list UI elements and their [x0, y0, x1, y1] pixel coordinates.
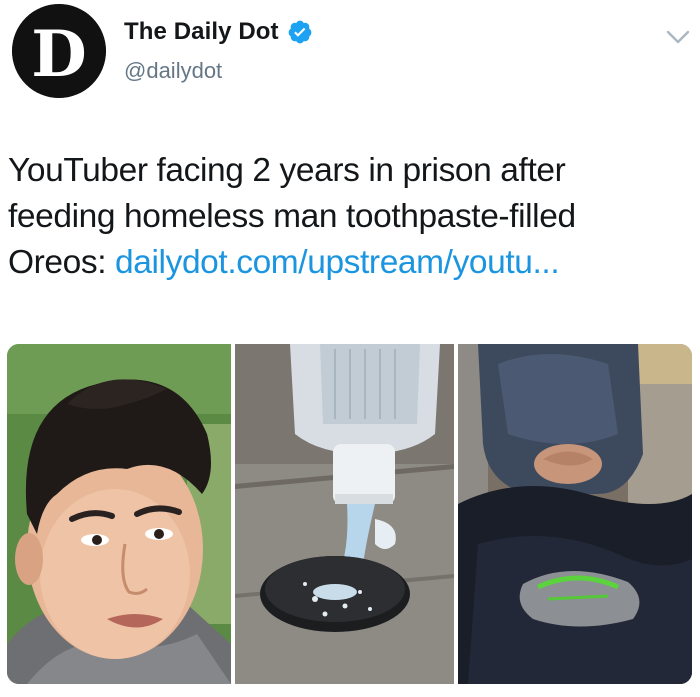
photo-toothpaste-oreo[interactable]	[235, 344, 454, 684]
photo-man-face[interactable]	[7, 344, 231, 684]
tweet-text-line-1: YouTuber facing 2 years in prison after	[8, 152, 566, 189]
tweet-card: D The Daily Dot @dailydot YouTuber facin…	[0, 0, 700, 697]
media-grid	[7, 344, 692, 684]
photo-homeless-man-sitting[interactable]	[458, 344, 692, 684]
name-row: The Daily Dot	[124, 18, 313, 46]
account-handle[interactable]: @dailydot	[124, 58, 222, 84]
daily-dot-logo-icon: D	[12, 4, 106, 98]
tweet-text-line-2: feeding homeless man toothpaste-filled	[8, 198, 576, 235]
tweet-text-line-3: Oreos: dailydot.com/upstream/youtu...	[8, 240, 692, 286]
avatar-letter: D	[31, 17, 87, 92]
tweet-text: YouTuber facing 2 years in prison after …	[8, 148, 692, 286]
verified-badge-icon	[287, 19, 313, 45]
article-link[interactable]: dailydot.com/upstream/youtu...	[115, 244, 560, 281]
chevron-down-icon[interactable]	[664, 26, 692, 48]
display-name[interactable]: The Daily Dot	[124, 18, 279, 46]
tweet-text-line-3-prefix: Oreos:	[8, 244, 116, 281]
avatar[interactable]: D	[12, 4, 106, 98]
